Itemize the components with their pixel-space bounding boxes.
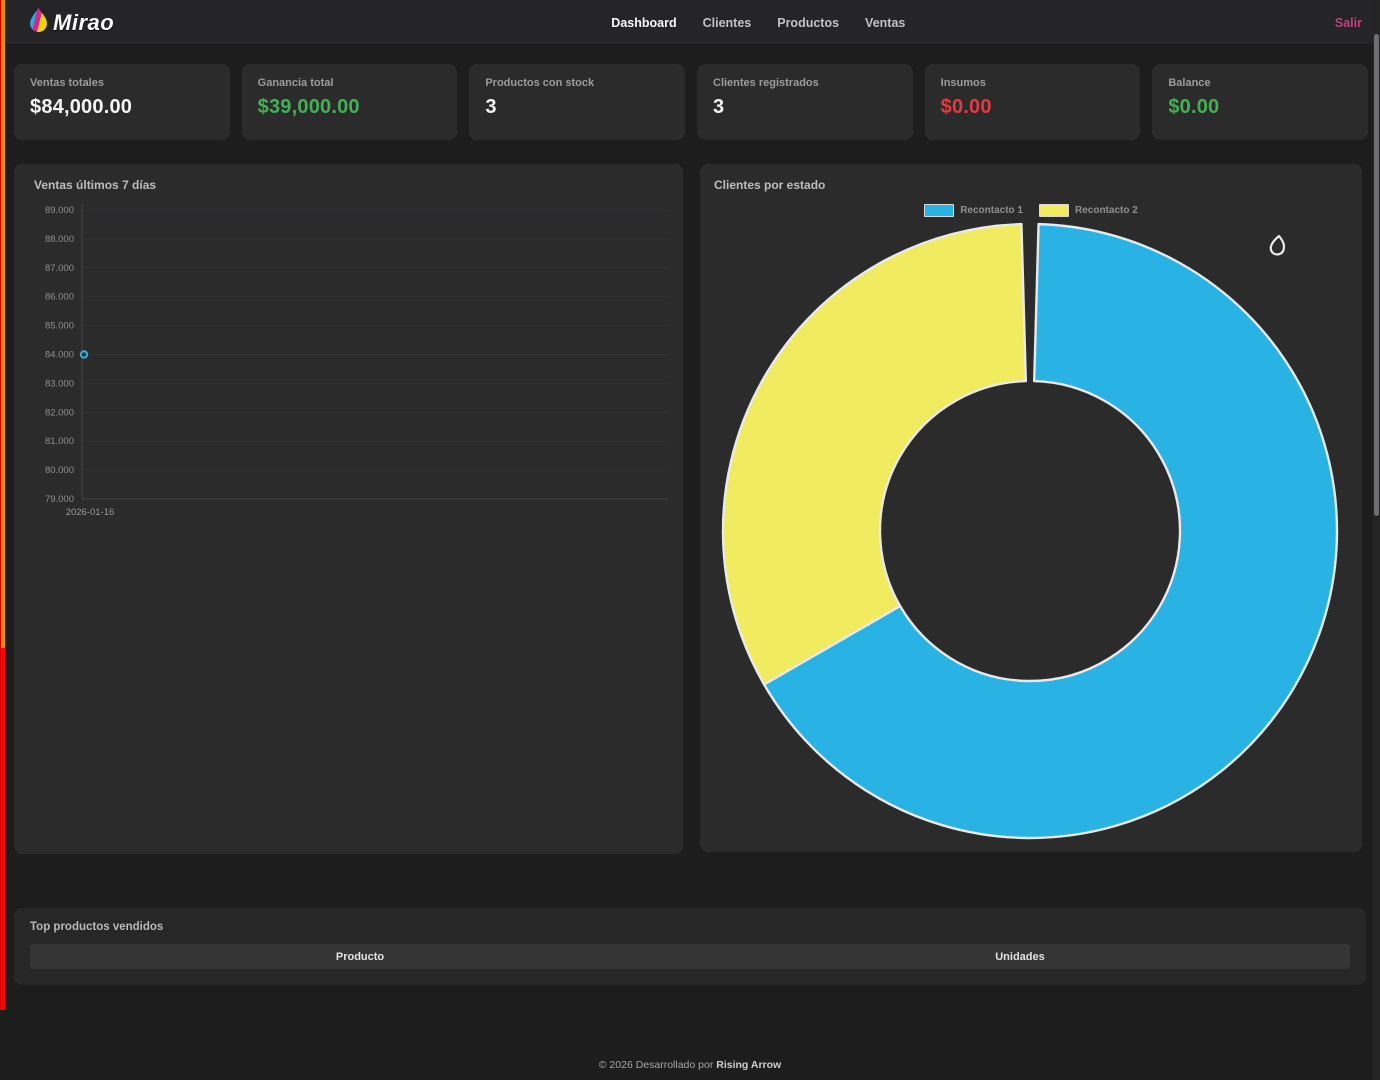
page-scrollbar[interactable] (1373, 0, 1380, 1080)
donut-legend: Recontacto 1 Recontacto 2 (700, 204, 1362, 217)
stat-label: Insumos (941, 77, 1125, 89)
y-tick-label: 87.000 (45, 263, 74, 274)
legend-item-recontacto-2[interactable]: Recontacto 2 (1039, 204, 1138, 217)
stat-label: Ganancia total (258, 77, 442, 89)
x-tick-label: 2026-01-16 (66, 507, 115, 518)
footer-copyright: © 2026 Desarrollado por (599, 1059, 714, 1071)
stat-label: Clientes registrados (713, 77, 897, 89)
brand-name: Mirao (53, 10, 114, 36)
stat-card: Balance $0.00 (1152, 64, 1368, 140)
y-tick-label: 85.000 (45, 321, 74, 332)
stat-card: Ventas totales $84,000.00 (14, 64, 230, 140)
stat-label: Ventas totales (30, 77, 214, 89)
column-header-producto: Producto (30, 951, 690, 963)
stat-value: 3 (485, 96, 669, 119)
y-tick-label: 80.000 (45, 465, 74, 476)
stat-value: $0.00 (941, 96, 1125, 119)
legend-swatch (1039, 204, 1069, 217)
top-products-table-header: ProductoUnidades (30, 944, 1350, 969)
sales-line-chart[interactable]: 89.000 88.000 87.000 86.000 85.000 84.000 83.0… (20, 194, 676, 694)
screen-edge-artifact (0, 0, 5, 1010)
y-tick-label: 83.000 (45, 378, 74, 389)
line-chart-title: Ventas últimos 7 días (34, 178, 156, 192)
nav-link-productos[interactable]: Productos (777, 16, 839, 30)
footer: © 2026 Desarrollado por Rising Arrow (0, 1059, 1380, 1071)
y-tick-label: 88.000 (45, 234, 74, 245)
legend-item-recontacto-1[interactable]: Recontacto 1 (924, 204, 1023, 217)
brand[interactable]: Mirao (30, 0, 114, 45)
stats-row: Ventas totales $84,000.00 Ganancia total $3… (14, 64, 1368, 140)
navbar: Mirao Dashboard Clientes Productos Ventas S… (0, 0, 1380, 45)
stat-value: $0.00 (1168, 96, 1352, 119)
stat-value: $39,000.00 (258, 96, 442, 119)
column-header-unidades: Unidades (690, 951, 1350, 963)
stat-label: Balance (1168, 77, 1352, 89)
footer-brand: Rising Arrow (716, 1059, 781, 1071)
nav-link-ventas[interactable]: Ventas (865, 16, 905, 30)
stat-card: Insumos $0.00 (925, 64, 1141, 140)
stat-label: Productos con stock (485, 77, 669, 89)
y-tick-label: 81.000 (45, 436, 74, 447)
charts-row: Ventas últimos 7 días 89.000 88.000 87.000… (14, 164, 1362, 854)
donut-segment-recontacto-2[interactable] (723, 224, 1026, 684)
y-tick-label: 89.000 (45, 205, 74, 216)
clients-donut-chart[interactable] (720, 221, 1340, 841)
stat-card: Clientes registrados 3 (697, 64, 913, 140)
mouse-cursor-icon (1266, 233, 1292, 266)
clients-donut-chart-card: Clientes por estado Recontacto 1Recontac… (700, 164, 1362, 852)
legend-swatch (924, 204, 954, 217)
sales-line-chart-card: Ventas últimos 7 días 89.000 88.000 87.000… (14, 164, 683, 854)
legend-label: Recontacto 2 (1075, 205, 1138, 216)
y-tick-label: 84.000 (45, 350, 74, 361)
stat-card: Ganancia total $39,000.00 (242, 64, 458, 140)
legend-label: Recontacto 1 (960, 205, 1023, 216)
donut-chart-title: Clientes por estado (714, 178, 825, 192)
brand-logo-drop-icon (30, 8, 47, 37)
stat-value: $84,000.00 (30, 96, 214, 119)
top-products-card: Top productos vendidos ProductoUnidades (14, 908, 1366, 985)
scrollbar-thumb[interactable] (1374, 34, 1379, 516)
stat-card: Productos con stock 3 (469, 64, 685, 140)
y-tick-label: 86.000 (45, 292, 74, 303)
stat-value: 3 (713, 96, 897, 119)
y-tick-label: 79.000 (45, 494, 74, 505)
nav-link-dashboard[interactable]: Dashboard (611, 16, 676, 30)
nav-links: Dashboard Clientes Productos Ventas (611, 0, 905, 45)
top-products-title: Top productos vendidos (30, 921, 1350, 933)
line-chart-data-point[interactable] (81, 351, 87, 357)
logout-link[interactable]: Salir (1335, 0, 1362, 45)
y-tick-label: 82.000 (45, 407, 74, 418)
nav-link-clientes[interactable]: Clientes (703, 16, 752, 30)
